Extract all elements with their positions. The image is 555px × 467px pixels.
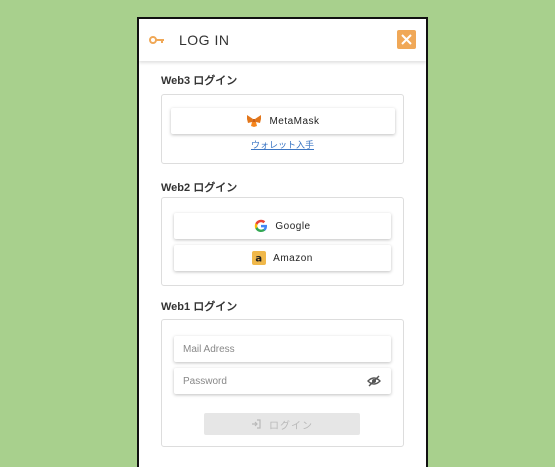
web2-section: Google a Amazon bbox=[161, 197, 404, 286]
amazon-icon: a bbox=[252, 251, 267, 265]
key-icon bbox=[149, 36, 164, 44]
password-placeholder: Password bbox=[183, 375, 227, 387]
amazon-button[interactable]: a Amazon bbox=[174, 245, 391, 271]
metamask-fox-icon bbox=[246, 114, 262, 128]
eye-off-icon[interactable] bbox=[367, 375, 381, 387]
google-icon bbox=[254, 219, 268, 233]
email-field[interactable]: Mail Adress bbox=[174, 336, 391, 362]
modal-title: LOG IN bbox=[179, 32, 230, 48]
login-icon bbox=[252, 419, 261, 429]
web2-section-label: Web2 ログイン bbox=[161, 182, 238, 194]
close-button[interactable] bbox=[397, 30, 416, 49]
login-button-label: ログイン bbox=[269, 420, 313, 432]
close-icon bbox=[401, 34, 412, 45]
modal-header: LOG IN bbox=[139, 19, 426, 61]
google-button[interactable]: Google bbox=[174, 213, 391, 239]
amazon-label: Amazon bbox=[273, 252, 313, 264]
svg-text:a: a bbox=[256, 254, 263, 265]
web3-section-label: Web3 ログイン bbox=[161, 75, 238, 87]
login-button[interactable]: ログイン bbox=[204, 413, 360, 435]
web1-section: Mail Adress Password ログイン bbox=[161, 319, 404, 447]
login-modal: LOG IN Web3 ログイン MetaMask ウォレット入手 Web2 ロ… bbox=[137, 17, 428, 467]
get-wallet-link[interactable]: ウォレット入手 bbox=[162, 138, 403, 151]
metamask-button[interactable]: MetaMask bbox=[171, 108, 395, 134]
metamask-label: MetaMask bbox=[269, 115, 320, 127]
google-label: Google bbox=[275, 220, 311, 232]
web3-section: MetaMask ウォレット入手 bbox=[161, 94, 404, 164]
web1-section-label: Web1 ログイン bbox=[161, 301, 238, 313]
password-field[interactable]: Password bbox=[174, 368, 391, 394]
